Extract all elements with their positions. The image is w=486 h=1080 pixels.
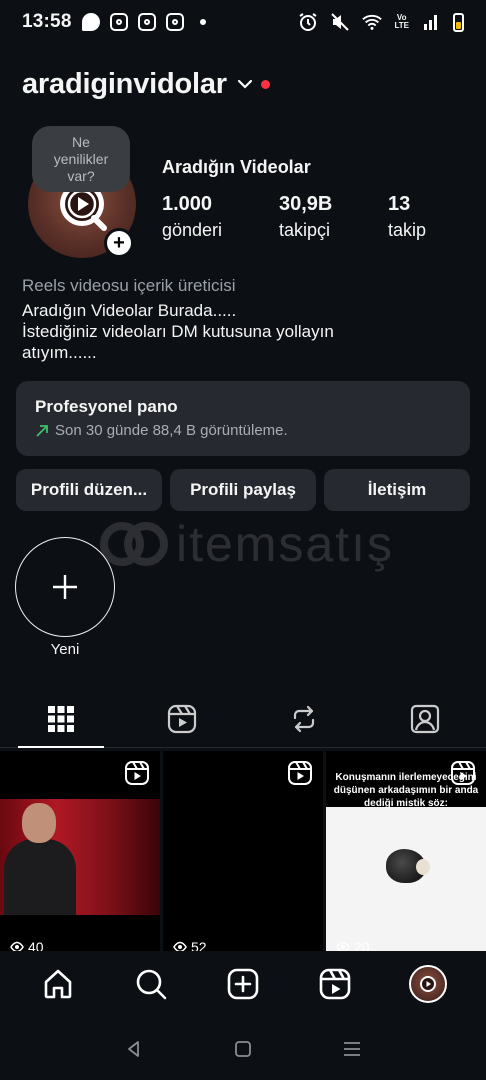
note-bubble-text: Ne — [72, 133, 90, 150]
view-count-text: 40 — [28, 939, 44, 951]
post-view-count: 20 — [336, 939, 370, 951]
professional-dashboard[interactable]: Profesyonel pano Son 30 günde 88,4 B gör… — [16, 381, 470, 456]
volte-indicator: Vo LTE — [394, 13, 409, 30]
display-name: Aradığın Videolar — [162, 157, 311, 177]
new-highlight-button[interactable] — [15, 537, 115, 637]
wifi-icon — [362, 12, 383, 32]
instagram-icon — [109, 13, 128, 31]
stat-label: takip — [388, 220, 427, 240]
tab-tagged[interactable] — [365, 690, 486, 747]
chevron-down-icon[interactable] — [237, 76, 253, 94]
post-image — [0, 799, 160, 915]
recents-icon[interactable] — [343, 1040, 361, 1058]
watermark: itemsatış — [100, 515, 394, 573]
eye-icon — [10, 941, 24, 951]
post-thumbnail[interactable]: 52 — [163, 751, 323, 951]
trend-up-icon — [36, 424, 48, 437]
eye-icon — [336, 941, 350, 951]
more-notifications-dot — [199, 19, 206, 25]
note-bubble[interactable]: Ne yenilikler var? — [32, 126, 130, 192]
notification-dot — [260, 79, 270, 89]
profile-category: Reels videosu içerik üreticisi — [22, 276, 236, 295]
contact-button[interactable]: İletişim — [324, 469, 470, 511]
dashboard-subtitle: Son 30 günde 88,4 B görüntüleme. — [35, 422, 451, 439]
tab-grid[interactable] — [0, 690, 122, 748]
grid-icon — [47, 705, 74, 732]
bottom-navigation — [0, 951, 486, 1017]
bio-line: İstediğiniz videoları DM kutusuna yollay… — [22, 322, 334, 341]
watermark-text: itemsatış — [176, 516, 395, 572]
bio-line: Aradığın Videolar Burada..... — [22, 301, 237, 320]
tagged-icon — [411, 704, 440, 733]
share-profile-button[interactable]: Profili paylaş — [170, 469, 316, 511]
new-highlight-label: Yeni — [50, 641, 80, 658]
instagram-icon — [137, 13, 156, 31]
home-icon — [44, 969, 72, 999]
dashboard-title: Profesyonel pano — [35, 397, 178, 416]
reels-icon — [168, 704, 197, 733]
stat-posts[interactable]: 1.000 gönderi — [162, 192, 222, 242]
tab-reels[interactable] — [122, 690, 244, 747]
profile-tabs — [0, 690, 486, 748]
profile-avatar-icon — [408, 965, 447, 1003]
search-icon — [136, 969, 166, 1000]
signal-icon — [421, 12, 441, 32]
reel-badge-icon — [125, 761, 149, 785]
battery-icon — [453, 12, 464, 32]
profile-bio: Aradığın Videolar Burada..... İstediğini… — [22, 300, 462, 363]
username[interactable]: aradiginvidolar — [22, 68, 227, 101]
post-view-count: 52 — [173, 939, 207, 951]
back-icon[interactable] — [125, 1040, 143, 1058]
view-count-text: 20 — [354, 939, 370, 951]
post-image-bird — [386, 849, 430, 883]
stat-label: takipçi — [279, 220, 331, 240]
chat-icon — [81, 13, 100, 31]
post-image-person — [22, 803, 56, 843]
tab-reposts[interactable] — [243, 690, 365, 747]
stat-value: 30,9B — [279, 193, 333, 215]
post-view-count: 40 — [10, 939, 44, 951]
stat-value: 13 — [388, 193, 411, 215]
watermark-logo-icon — [100, 522, 168, 566]
bio-line: atıyım...... — [22, 343, 97, 362]
profile-header: aradiginvidolar — [22, 64, 464, 104]
system-navigation — [0, 1018, 486, 1080]
note-bubble-text: yenilikler — [53, 150, 109, 167]
mute-icon — [330, 12, 350, 32]
nav-profile[interactable] — [403, 959, 453, 1009]
notification-icons — [81, 13, 206, 31]
reel-badge-icon — [451, 761, 475, 785]
status-bar: 13:58 Vo LTE — [0, 0, 486, 44]
nav-create[interactable] — [218, 959, 268, 1009]
post-image-person — [4, 839, 76, 915]
dashboard-subtitle-text: Son 30 günde 88,4 B görüntüleme. — [55, 422, 288, 439]
reel-badge-icon — [288, 761, 312, 785]
nav-reels[interactable] — [310, 959, 360, 1009]
nav-search[interactable] — [126, 959, 176, 1009]
instagram-icon — [165, 13, 184, 31]
stat-label: gönderi — [162, 220, 223, 240]
nav-home[interactable] — [33, 959, 83, 1009]
posts-grid: 40 52 Konuşmanın ilerlemeyeceğini düşüne… — [0, 751, 486, 951]
reels-icon — [320, 968, 351, 1000]
view-count-text: 52 — [191, 939, 207, 951]
post-thumbnail[interactable]: 40 — [0, 751, 160, 951]
plus-icon — [53, 575, 77, 599]
repost-icon — [293, 705, 314, 732]
alarm-icon — [298, 12, 318, 32]
eye-icon — [173, 941, 187, 951]
play-logo-icon — [419, 976, 436, 992]
stat-followers[interactable]: 30,9B takipçi — [279, 192, 332, 242]
post-thumbnail[interactable]: Konuşmanın ilerlemeyeceğini düşünen arka… — [326, 751, 486, 951]
system-icons: Vo LTE — [298, 12, 464, 32]
stat-following[interactable]: 13 takip — [388, 192, 426, 242]
stat-value: 1.000 — [162, 193, 213, 215]
note-bubble-text: var? — [67, 167, 95, 184]
home-button-icon[interactable] — [234, 1040, 252, 1058]
add-story-icon[interactable]: + — [104, 228, 134, 258]
add-post-icon — [227, 968, 259, 1000]
status-time: 13:58 — [22, 11, 72, 32]
edit-profile-button[interactable]: Profili düzen... — [16, 469, 162, 511]
